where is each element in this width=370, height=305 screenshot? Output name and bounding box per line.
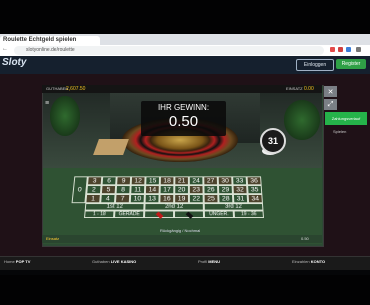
outside-bet-low[interactable]: 1 - 18 bbox=[84, 211, 114, 218]
nav-item[interactable]: Einzahlen KONTO bbox=[292, 259, 325, 264]
bet-cell-number[interactable]: 21 bbox=[174, 176, 189, 185]
fullscreen-icon[interactable]: ⤢ bbox=[324, 99, 337, 110]
balance-value: 2,607.50 bbox=[66, 86, 85, 92]
bet-cell-number[interactable]: 23 bbox=[189, 185, 204, 194]
dozen-bet[interactable]: 1st 12 bbox=[85, 203, 145, 210]
bet-cell-number[interactable]: 9 bbox=[116, 176, 131, 185]
bet-cell-number[interactable]: 29 bbox=[218, 185, 233, 194]
hamburger-menu-icon[interactable]: ≡ bbox=[45, 100, 49, 107]
bet-cell-number[interactable]: 32 bbox=[233, 185, 248, 194]
bet-cell-number[interactable]: 35 bbox=[247, 185, 262, 194]
bet-cell-number[interactable]: 8 bbox=[116, 185, 131, 194]
bet-cell-number[interactable]: 31 bbox=[233, 194, 248, 203]
plant-decoration bbox=[50, 96, 80, 136]
stake-label: EINSATZ bbox=[286, 86, 303, 91]
extension-icon[interactable] bbox=[338, 47, 343, 52]
tab-title: Roulette Echtgeld spielen bbox=[3, 37, 76, 43]
bet-cell-number[interactable]: 17 bbox=[160, 185, 175, 194]
bet-cell-number[interactable]: 2 bbox=[86, 185, 101, 194]
back-icon[interactable]: ← bbox=[2, 46, 8, 52]
outside-bet-even[interactable]: GERADE bbox=[114, 211, 144, 218]
nav-item[interactable]: Guthaben LIVE KASINO bbox=[92, 259, 136, 264]
bet-label: Einsatz bbox=[46, 236, 59, 241]
extension-icon[interactable] bbox=[330, 47, 335, 52]
bet-cell-number[interactable]: 16 bbox=[159, 194, 174, 203]
chip-tray bbox=[93, 139, 129, 155]
dozen-bet[interactable]: 3rd 12 bbox=[204, 203, 264, 210]
bet-cell-number[interactable]: 7 bbox=[115, 194, 130, 203]
side-label[interactable]: Spielen bbox=[333, 129, 346, 134]
bet-cell-number[interactable]: 4 bbox=[100, 194, 115, 203]
bet-cell-number[interactable]: 22 bbox=[189, 194, 204, 203]
betting-table[interactable]: 0 3 6 9 12 15 18 21 24 27 30 33 36 2 5 8 11 14 17 20 23 26 29… bbox=[70, 176, 300, 218]
bet-cell-number[interactable]: 1 bbox=[85, 194, 101, 203]
nav-item[interactable]: Profil MENU bbox=[198, 259, 220, 264]
url-text: slotyonline.de/roulette bbox=[26, 47, 75, 53]
win-amount: 0.50 bbox=[141, 113, 226, 130]
bet-cell-number[interactable]: 28 bbox=[218, 194, 233, 203]
bet-cell-number[interactable]: 10 bbox=[130, 194, 145, 203]
bet-cell-number[interactable]: 26 bbox=[203, 185, 218, 194]
menu-icon[interactable] bbox=[356, 47, 361, 52]
bet-cell-number[interactable]: 6 bbox=[102, 176, 117, 185]
outside-bet-black[interactable] bbox=[174, 211, 204, 218]
bet-cell-number[interactable]: 34 bbox=[248, 194, 263, 203]
outside-bet-high[interactable]: 19 - 36 bbox=[234, 211, 264, 218]
bet-cell-number[interactable]: 14 bbox=[145, 185, 160, 194]
profile-icon[interactable] bbox=[346, 47, 351, 52]
outside-bet-odd[interactable]: UNGER. bbox=[204, 211, 234, 218]
balance-label: GUTHABEN bbox=[46, 86, 68, 91]
bet-cell-number[interactable]: 5 bbox=[101, 185, 116, 194]
table-hint[interactable]: Rückgängig / Nochmal bbox=[160, 228, 200, 233]
bet-cell-number[interactable]: 25 bbox=[204, 194, 219, 203]
bet-cell-number[interactable]: 20 bbox=[174, 185, 189, 194]
game-bottom-bar bbox=[42, 235, 322, 243]
close-icon[interactable]: ✕ bbox=[324, 86, 337, 97]
site-logo[interactable]: Sloty bbox=[2, 57, 26, 68]
letterbox-top bbox=[0, 0, 370, 34]
history-button[interactable]: Zahlungsverlauf bbox=[325, 112, 367, 125]
bet-cell-number[interactable]: 15 bbox=[145, 176, 160, 185]
bet-cell-number[interactable]: 13 bbox=[145, 194, 160, 203]
outside-bet-red[interactable] bbox=[144, 211, 174, 218]
bet-cell-number[interactable]: 12 bbox=[131, 176, 146, 185]
bet-cell-number[interactable]: 36 bbox=[247, 176, 262, 185]
result-number-badge: 31 bbox=[260, 128, 286, 154]
dozen-bet[interactable]: 2nd 12 bbox=[144, 203, 204, 210]
win-label: IHR GEWINN: bbox=[141, 103, 226, 112]
stake-value: 0.00 bbox=[304, 86, 314, 92]
bet-cell-number[interactable]: 18 bbox=[160, 176, 175, 185]
chip-value[interactable]: 0.50 bbox=[301, 236, 309, 241]
letterbox-bottom bbox=[0, 275, 370, 305]
plant-decoration bbox=[284, 100, 320, 140]
bet-cell-number[interactable]: 33 bbox=[232, 176, 247, 185]
nav-item[interactable]: Home POP TV bbox=[4, 259, 30, 264]
bet-cell-number[interactable]: 30 bbox=[218, 176, 233, 185]
bet-cell-number[interactable]: 11 bbox=[130, 185, 145, 194]
bet-cell-number[interactable]: 24 bbox=[189, 176, 204, 185]
bet-cell-number[interactable]: 27 bbox=[203, 176, 218, 185]
register-button[interactable]: Register bbox=[336, 59, 366, 69]
bet-cell-number[interactable]: 3 bbox=[87, 176, 102, 185]
bet-cell-number[interactable]: 19 bbox=[174, 194, 189, 203]
login-button[interactable]: Einloggen bbox=[296, 59, 334, 71]
